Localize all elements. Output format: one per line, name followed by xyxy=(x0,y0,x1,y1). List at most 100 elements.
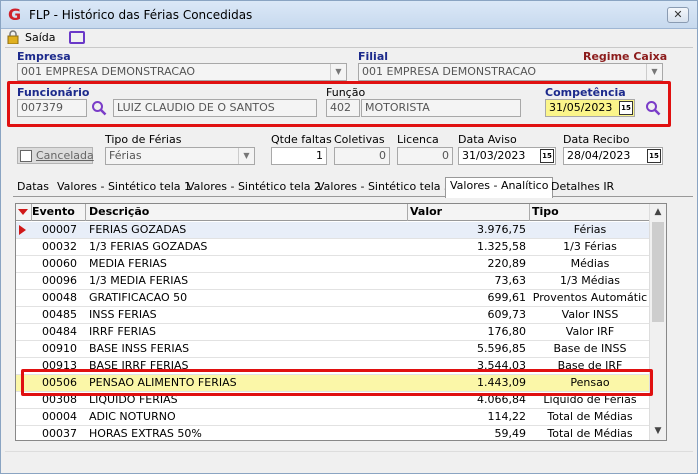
header-valor[interactable]: Valor xyxy=(408,204,530,221)
tipo-ferias-combo[interactable]: Férias ▼ xyxy=(105,147,255,165)
data-recibo-value: 28/04/2023 xyxy=(567,149,631,162)
cell-tipo: Total de Médias xyxy=(547,410,633,423)
cell-valor: 114,22 xyxy=(487,410,527,423)
coletivas-label: Coletivas xyxy=(334,133,385,146)
highlight-box-pensao xyxy=(21,369,653,396)
tipo-ferias-value: Férias xyxy=(109,149,142,162)
table-row[interactable]: 00484 IRRF FERIAS 176,80 Valor IRF xyxy=(16,324,650,341)
cell-tipo: 1/3 Médias xyxy=(560,274,620,287)
cell-evento: 00032 xyxy=(42,240,77,253)
calendar-icon[interactable]: 15 xyxy=(540,149,554,163)
qtde-faltas-field[interactable]: 1 xyxy=(271,147,327,165)
cell-tipo: Base de INSS xyxy=(553,342,627,355)
calendar-icon[interactable]: 15 xyxy=(647,149,661,163)
cancelada-label: Cancelada xyxy=(36,149,94,162)
sort-indicator-icon[interactable] xyxy=(16,204,32,221)
data-recibo-field[interactable]: 28/04/2023 15 xyxy=(563,147,663,165)
chevron-down-icon[interactable]: ▼ xyxy=(238,148,254,164)
chevron-down-icon[interactable]: ▼ xyxy=(646,64,662,80)
table-row[interactable]: 00060 MEDIA FERIAS 220,89 Médias xyxy=(16,256,650,273)
qtde-faltas-label: Qtde faltas xyxy=(271,133,332,146)
tab-sintetico-2[interactable]: Valores - Sintético tela 2 xyxy=(183,179,325,197)
table-row[interactable]: 00048 GRATIFICACAO 50 699,61 Proventos Auto… xyxy=(16,290,650,307)
header-tipo[interactable]: Tipo xyxy=(530,204,650,221)
cell-descricao: 1/3 MEDIA FERIAS xyxy=(89,274,189,287)
table-row[interactable]: 00007 FERIAS GOZADAS 3.976,75 Férias xyxy=(16,222,650,239)
grid-header: Evento Descrição Valor Tipo xyxy=(16,204,650,221)
cell-evento: 00484 xyxy=(42,325,77,338)
app-logo-icon: G xyxy=(8,5,22,24)
cell-tipo: 1/3 Férias xyxy=(563,240,617,253)
funcionario-name-field: LUIZ CLAUDIO DE O SANTOS xyxy=(113,99,317,117)
chat-icon[interactable] xyxy=(69,31,85,44)
empresa-combo[interactable]: 001 EMPRESA DEMONSTRACAO ▼ xyxy=(17,63,347,81)
data-aviso-value: 31/03/2023 xyxy=(462,149,526,162)
funcao-name: MOTORISTA xyxy=(365,101,430,114)
app-window: G FLP - Histórico das Férias Concedidas … xyxy=(0,0,698,474)
tab-datas[interactable]: Datas xyxy=(13,179,53,197)
tab-detalhes-ir[interactable]: Detalhes IR xyxy=(547,179,618,197)
close-button[interactable]: ✕ xyxy=(667,7,689,23)
row-indicator xyxy=(16,239,32,256)
cell-tipo: Valor INSS xyxy=(561,308,619,321)
tab-analitico[interactable]: Valores - Analítico xyxy=(445,177,554,198)
header-evento[interactable]: Evento xyxy=(32,204,86,221)
table-row[interactable]: 00004 ADIC NOTURNO 114,22 Total de Médias xyxy=(16,409,650,426)
search-icon[interactable] xyxy=(91,100,107,116)
chevron-down-icon[interactable]: ▼ xyxy=(330,64,346,80)
cell-evento: 00007 xyxy=(42,223,77,236)
eventos-grid: Evento Descrição Valor Tipo 00007 FERIAS … xyxy=(15,203,667,441)
vertical-scrollbar[interactable]: ▲ ▼ xyxy=(649,204,666,440)
filial-label: Filial xyxy=(358,50,389,63)
licenca-field: 0 xyxy=(397,147,453,165)
toolbar: Saída xyxy=(1,29,697,47)
cell-valor: 3.976,75 xyxy=(477,223,526,236)
saida-button[interactable]: Saída xyxy=(25,31,56,44)
row-indicator xyxy=(16,273,32,290)
cell-descricao: INSS FERIAS xyxy=(89,308,157,321)
title-bar: G FLP - Histórico das Férias Concedidas … xyxy=(1,1,697,29)
cell-evento: 00037 xyxy=(42,427,77,440)
tab-sintetico-3[interactable]: Valores - Sintético tela 3 xyxy=(313,179,455,197)
table-row[interactable]: 00485 INSS FERIAS 609,73 Valor INSS xyxy=(16,307,650,324)
cell-tipo: Férias xyxy=(573,223,607,236)
data-aviso-label: Data Aviso xyxy=(458,133,517,146)
lock-icon[interactable] xyxy=(7,30,19,44)
coletivas-value: 0 xyxy=(379,149,386,162)
qtde-faltas-value: 1 xyxy=(316,149,323,162)
calendar-icon[interactable]: 15 xyxy=(619,101,633,115)
funcao-code: 402 xyxy=(330,101,351,114)
funcao-code-field: 402 xyxy=(326,99,360,117)
table-row[interactable]: 00037 HORAS EXTRAS 50% 59,49 Total de Média… xyxy=(16,426,650,440)
scroll-thumb[interactable] xyxy=(652,222,664,322)
cell-descricao: BASE INSS FERIAS xyxy=(89,342,190,355)
funcionario-label: Funcionário xyxy=(17,86,90,99)
funcionario-name: LUIZ CLAUDIO DE O SANTOS xyxy=(117,101,275,114)
data-aviso-field[interactable]: 31/03/2023 15 xyxy=(458,147,556,165)
cell-descricao: ADIC NOTURNO xyxy=(89,410,176,423)
table-row[interactable]: 00910 BASE INSS FERIAS 5.596,85 Base de INS… xyxy=(16,341,650,358)
data-recibo-label: Data Recibo xyxy=(563,133,630,146)
competencia-value: 31/05/2023 xyxy=(549,101,613,114)
table-row[interactable]: 00096 1/3 MEDIA FERIAS 73,63 1/3 Médias xyxy=(16,273,650,290)
tab-sintetico-1[interactable]: Valores - Sintético tela 1 xyxy=(53,179,195,197)
scroll-down-icon[interactable]: ▼ xyxy=(650,423,666,440)
filial-combo[interactable]: 001 EMPRESA DEMONSTRACAO ▼ xyxy=(358,63,663,81)
cell-descricao: MEDIA FERIAS xyxy=(89,257,167,270)
table-row[interactable]: 00032 1/3 FERIAS GOZADAS 1.325,58 1/3 Féria… xyxy=(16,239,650,256)
tipo-ferias-label: Tipo de Férias xyxy=(105,133,182,146)
cell-evento: 00004 xyxy=(42,410,77,423)
licenca-label: Licenca xyxy=(397,133,439,146)
cell-tipo: Médias xyxy=(570,257,610,270)
cell-descricao: GRATIFICACAO 50 xyxy=(89,291,188,304)
header-descricao[interactable]: Descrição xyxy=(86,204,408,221)
funcionario-code-field[interactable]: 007379 xyxy=(17,99,87,117)
checkbox-box[interactable] xyxy=(20,150,32,162)
cell-evento: 00910 xyxy=(42,342,77,355)
search-icon[interactable] xyxy=(645,100,661,116)
cell-tipo: Proventos Automátic xyxy=(532,291,648,304)
cancelada-checkbox[interactable]: Cancelada xyxy=(17,147,94,164)
competencia-date-field[interactable]: 31/05/2023 15 xyxy=(545,99,635,117)
scroll-up-icon[interactable]: ▲ xyxy=(650,204,666,221)
cell-evento: 00485 xyxy=(42,308,77,321)
